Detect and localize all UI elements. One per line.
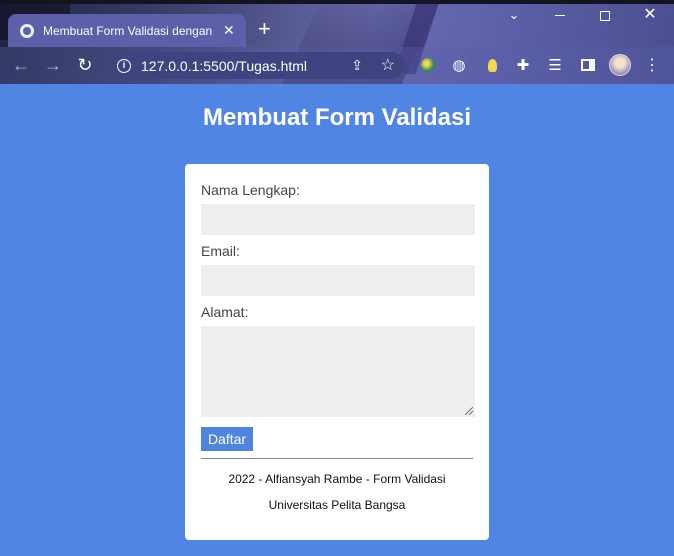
back-arrow-icon[interactable]: ← bbox=[8, 52, 34, 78]
nama-lengkap-label: Nama Lengkap: bbox=[201, 182, 300, 198]
form-card: Nama Lengkap: Email: Alamat: Daftar 2022… bbox=[185, 164, 489, 540]
maximize-icon[interactable] bbox=[585, 4, 625, 26]
bookmark-star-icon[interactable]: ☆ bbox=[381, 55, 395, 75]
footer-credit: 2022 - Alfiansyah Rambe - Form Validasi bbox=[228, 472, 446, 486]
browser-chrome: Membuat Form Validasi dengan ✕ + ⌄ ✕ ← →… bbox=[0, 0, 674, 84]
alamat-textarea[interactable] bbox=[201, 326, 475, 417]
globe-icon bbox=[20, 23, 34, 38]
bulb-extension-icon[interactable] bbox=[482, 55, 502, 75]
new-tab-button[interactable]: + bbox=[258, 16, 271, 42]
reload-icon[interactable]: ↻ bbox=[72, 52, 98, 78]
minimize-icon[interactable] bbox=[540, 4, 580, 26]
extensions-puzzle-icon[interactable]: ✚ bbox=[513, 55, 533, 75]
translate-globe-icon[interactable]: ◍ bbox=[449, 55, 469, 75]
window-close-icon[interactable]: ✕ bbox=[630, 4, 670, 26]
footer-university: Universitas Pelita Bangsa bbox=[268, 498, 406, 512]
side-panel-icon[interactable] bbox=[578, 55, 598, 75]
nama-lengkap-input[interactable] bbox=[201, 204, 475, 235]
share-icon[interactable]: ⇪ bbox=[351, 57, 363, 74]
resize-handle-icon[interactable] bbox=[465, 407, 473, 415]
media-playlist-icon[interactable]: ☰ bbox=[545, 55, 565, 75]
alamat-label: Alamat: bbox=[201, 304, 249, 320]
page-title: Membuat Form Validasi bbox=[202, 104, 472, 131]
site-info-icon[interactable]: i bbox=[117, 58, 131, 73]
forward-arrow-icon[interactable]: → bbox=[40, 52, 66, 78]
tab-search-chevron-down-icon[interactable]: ⌄ bbox=[494, 4, 534, 26]
footer-divider bbox=[201, 458, 473, 459]
address-bar[interactable]: i 127.0.0.1:5500/Tugas.html ⇪ ☆ bbox=[107, 52, 405, 79]
email-label: Email: bbox=[201, 243, 240, 259]
email-input[interactable] bbox=[201, 265, 475, 296]
tab-close-icon[interactable]: ✕ bbox=[223, 22, 235, 39]
address-url[interactable]: 127.0.0.1:5500/Tugas.html bbox=[141, 58, 307, 74]
daftar-submit-button[interactable]: Daftar bbox=[201, 427, 253, 451]
tab-title: Membuat Form Validasi dengan bbox=[43, 23, 213, 38]
kebab-menu-icon[interactable]: ⋮ bbox=[642, 55, 662, 75]
globe-color-extension-icon[interactable] bbox=[418, 55, 438, 75]
browser-tab-active[interactable]: Membuat Form Validasi dengan ✕ bbox=[8, 14, 246, 47]
profile-avatar[interactable] bbox=[608, 53, 632, 77]
